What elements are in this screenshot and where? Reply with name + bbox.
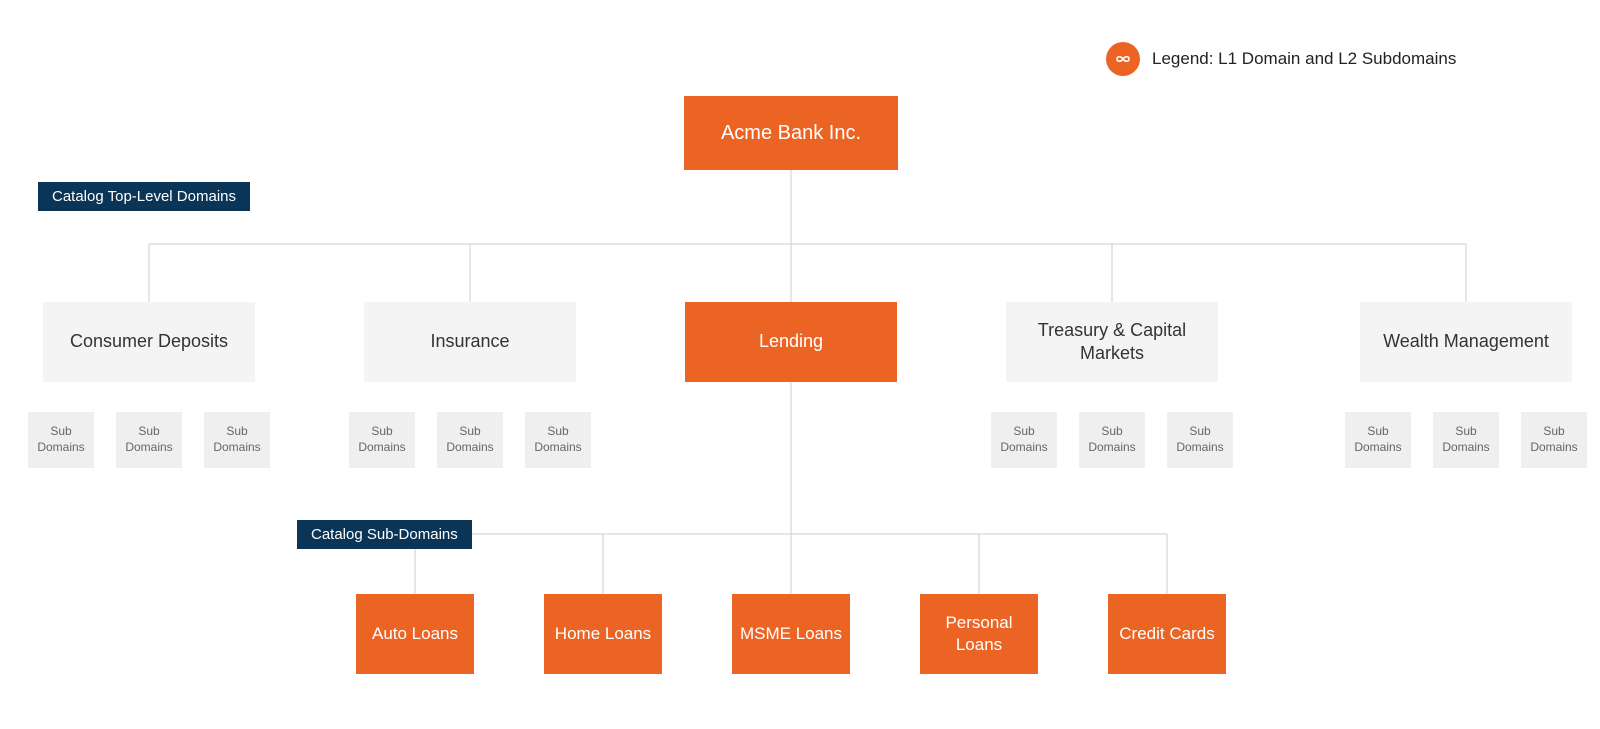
domain-lending: Lending [685,302,897,382]
root-node: Acme Bank Inc. [684,96,898,170]
subdomain-credit-cards: Credit Cards [1108,594,1226,674]
subdomain-placeholder: Sub Domains [1079,412,1145,468]
tag-sub-domains: Catalog Sub-Domains [297,520,472,549]
subdomain-label: Personal Loans [920,612,1038,656]
legend: Legend: L1 Domain and L2 Subdomains [1106,42,1456,76]
infinity-icon [1106,42,1140,76]
subdomain-label: Credit Cards [1119,623,1214,645]
domain-wealth-management: Wealth Management [1360,302,1572,382]
domain-label: Consumer Deposits [70,330,228,353]
root-label: Acme Bank Inc. [721,122,861,145]
domain-label: Lending [759,330,823,353]
subdomain-placeholder: Sub Domains [116,412,182,468]
domain-label: Insurance [430,330,509,353]
subdomain-placeholder: Sub Domains [437,412,503,468]
subdomain-msme-loans: MSME Loans [732,594,850,674]
domain-treasury-capital-markets: Treasury & Capital Markets [1006,302,1218,382]
subdomain-label: MSME Loans [740,623,842,645]
subdomain-placeholder: Sub Domains [349,412,415,468]
subdomain-auto-loans: Auto Loans [356,594,474,674]
subdomain-personal-loans: Personal Loans [920,594,1038,674]
domain-label: Treasury & Capital Markets [1006,319,1218,366]
domain-label: Wealth Management [1383,330,1549,353]
subdomain-placeholder: Sub Domains [1433,412,1499,468]
subdomain-label: Auto Loans [372,623,458,645]
org-diagram: Legend: L1 Domain and L2 Subdomains Acme… [0,0,1600,729]
subdomain-placeholder: Sub Domains [525,412,591,468]
subdomain-placeholder: Sub Domains [1345,412,1411,468]
tag-top-domains: Catalog Top-Level Domains [38,182,250,211]
subdomain-label: Home Loans [555,623,651,645]
subdomain-placeholder: Sub Domains [204,412,270,468]
subdomain-placeholder: Sub Domains [1167,412,1233,468]
subdomain-placeholder: Sub Domains [1521,412,1587,468]
legend-text: Legend: L1 Domain and L2 Subdomains [1152,49,1456,69]
domain-insurance: Insurance [364,302,576,382]
subdomain-home-loans: Home Loans [544,594,662,674]
subdomain-placeholder: Sub Domains [28,412,94,468]
domain-consumer-deposits: Consumer Deposits [43,302,255,382]
subdomain-placeholder: Sub Domains [991,412,1057,468]
